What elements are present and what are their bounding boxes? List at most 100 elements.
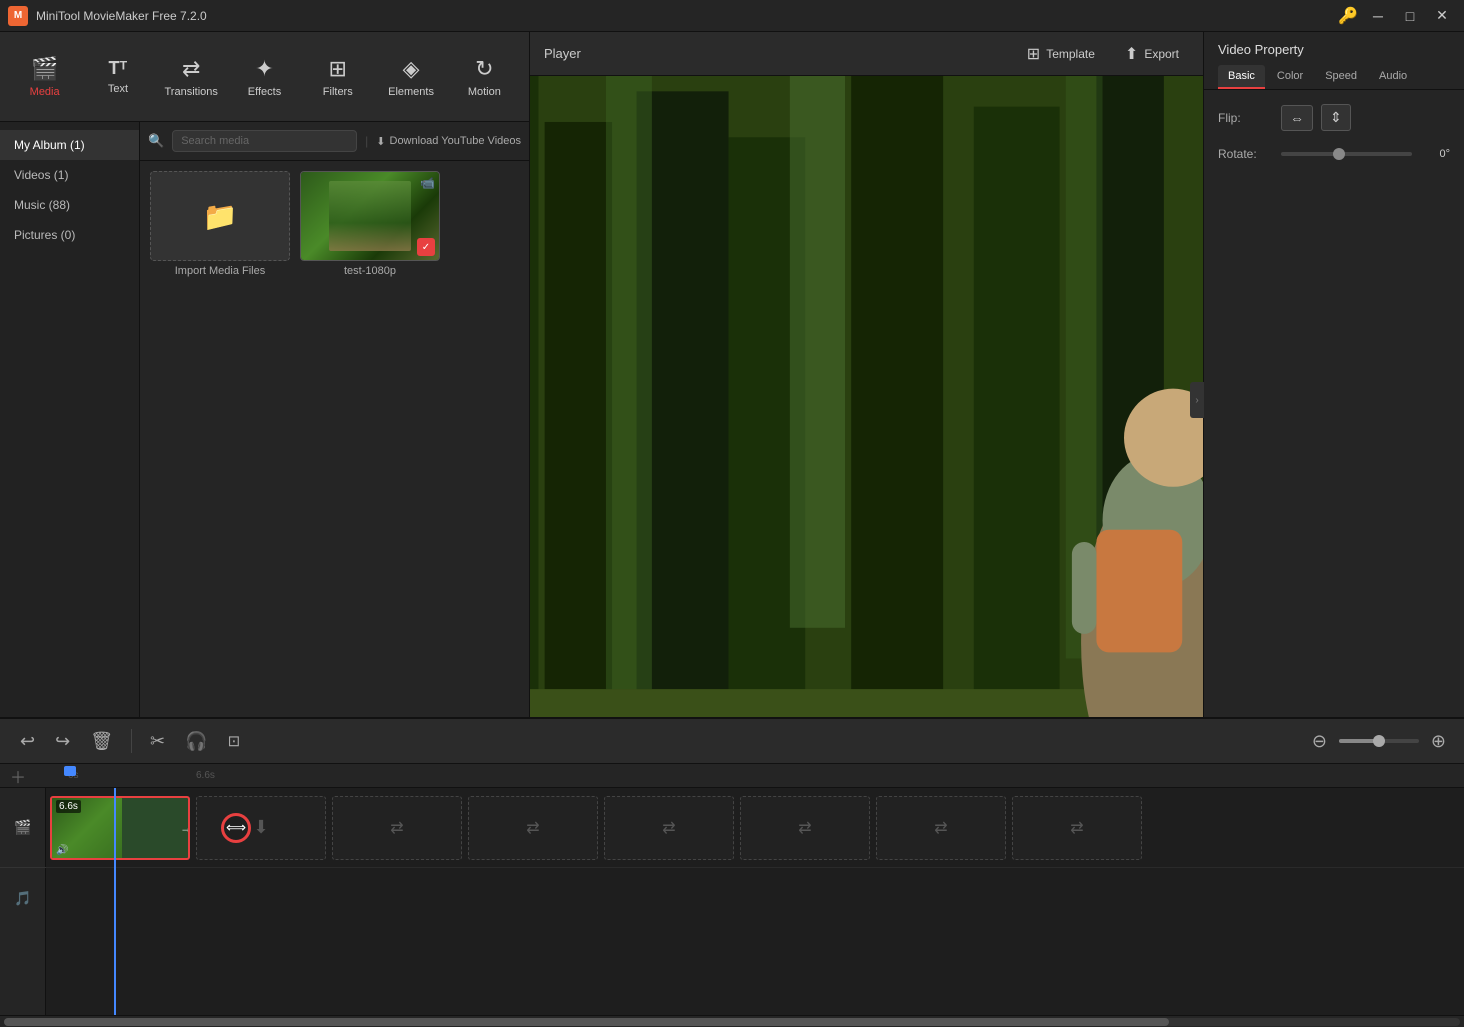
import-media-tile[interactable]: 📁 Import Media Files <box>150 171 290 277</box>
toolbar-motion[interactable]: ↻ Motion <box>450 41 519 113</box>
toolbar-effects-label: Effects <box>248 86 281 98</box>
swap-icon-1: ⇄ <box>390 818 403 838</box>
video-label: test-1080p <box>344 265 396 277</box>
crop-button[interactable]: ⊡ <box>222 728 247 754</box>
toolbar-elements-label: Elements <box>388 86 434 98</box>
camera-badge-icon: 📹 <box>420 176 435 190</box>
add-track-button[interactable]: ＋ <box>10 764 26 788</box>
app-title: MiniTool MovieMaker Free 7.2.0 <box>36 9 1338 23</box>
maximize-button[interactable]: □ <box>1396 5 1424 27</box>
toolbar-filters[interactable]: ⊞ Filters <box>303 41 372 113</box>
swap-icon-5: ⇄ <box>934 818 947 838</box>
music-track-label: 🎵 <box>0 868 46 928</box>
transition-slot-2[interactable]: ⇄ <box>332 796 462 860</box>
transition-slot-3[interactable]: ⇄ <box>468 796 598 860</box>
download-icon: ⬇ <box>376 135 385 148</box>
sidebar-item-album[interactable]: My Album (1) <box>0 130 139 160</box>
zoom-handle[interactable] <box>1373 735 1385 747</box>
download-slot-icon: ⬇ <box>253 817 268 838</box>
timeline-scrollbar[interactable] <box>0 1015 1464 1027</box>
search-input[interactable] <box>172 130 357 152</box>
transition-slot-7[interactable]: ⇄ <box>1012 796 1142 860</box>
rotate-controls: 0° <box>1281 148 1450 160</box>
rotate-slider[interactable] <box>1281 152 1412 156</box>
check-badge: ✓ <box>417 238 435 256</box>
audio-button[interactable]: 🎧 <box>179 727 213 756</box>
template-button[interactable]: ⊞ Template <box>1017 38 1105 70</box>
sidebar-item-videos[interactable]: Videos (1) <box>0 160 139 190</box>
toolbar-text-label: Text <box>108 83 128 95</box>
toolbar-media[interactable]: 🎬 Media <box>10 41 79 113</box>
sidebar-item-music[interactable]: Music (88) <box>0 190 139 220</box>
titlebar: M MiniTool MovieMaker Free 7.2.0 🔑 ─ □ ✕ <box>0 0 1464 32</box>
flip-horizontal-button[interactable]: ⇔ <box>1281 105 1313 131</box>
toolbar-elements[interactable]: ◈ Elements <box>376 41 445 113</box>
motion-icon: ↻ <box>475 56 493 82</box>
sidebar-item-pictures[interactable]: Pictures (0) <box>0 220 139 250</box>
playhead-top[interactable] <box>64 766 76 776</box>
zoom-out-button[interactable]: ⊖ <box>1308 727 1331 756</box>
toolbar-transitions-label: Transitions <box>165 86 218 98</box>
download-youtube-button[interactable]: ⬇ Download YouTube Videos <box>376 135 521 148</box>
toolbar-filters-label: Filters <box>323 86 353 98</box>
template-icon: ⊞ <box>1027 44 1040 64</box>
cut-button[interactable]: ✂ <box>144 727 171 756</box>
scrollbar-track <box>4 1018 1460 1026</box>
redo-button[interactable]: ↪ <box>49 727 76 756</box>
clip-duration-label: 6.6s <box>56 800 81 813</box>
transition-slot-4[interactable]: ⇄ <box>604 796 734 860</box>
toolbar-transitions[interactable]: ⇄ Transitions <box>157 41 226 113</box>
properties-header: Video Property Basic Color Speed Audio <box>1204 32 1464 90</box>
import-label: Import Media Files <box>175 265 265 277</box>
export-button[interactable]: ⬆ Export <box>1115 38 1189 70</box>
video-media-tile[interactable]: 📹 ✓ test-1080p <box>300 171 440 277</box>
player-header: Player ⊞ Template ⬆ Export <box>530 32 1203 76</box>
bottom-section: ↩ ↪ 🗑 ✂ 🎧 ⊡ ⊖ ⊕ ＋ 0s 6.6s 🎬 <box>0 717 1464 1027</box>
toolbar-text[interactable]: Tᵀ Text <box>83 41 152 113</box>
music-track-icon: 🎵 <box>14 890 31 907</box>
flip-vertical-button[interactable]: ⇕ <box>1321 104 1351 131</box>
zoom-slider[interactable] <box>1339 739 1419 743</box>
export-icon: ⬆ <box>1125 44 1138 64</box>
player-label: Player <box>544 46 581 61</box>
undo-button[interactable]: ↩ <box>14 727 41 756</box>
flip-row: Flip: ⇔ ⇕ <box>1218 104 1450 131</box>
folder-icon: 📁 <box>203 200 238 233</box>
zoom-in-button[interactable]: ⊕ <box>1427 727 1450 756</box>
swap-icon-3: ⇄ <box>662 818 675 838</box>
track-content: 6.6s 🔊 → ⟺ ⬇ ⇄ <box>46 788 1464 1015</box>
clip-resize-right[interactable]: → <box>182 798 190 858</box>
track-labels: 🎬 🎵 <box>0 788 46 1015</box>
delete-button[interactable]: 🗑 <box>84 727 119 756</box>
key-icon: 🔑 <box>1338 6 1358 26</box>
media-icon: 🎬 <box>31 56 58 82</box>
clip-audio-icon: 🔊 <box>56 845 68 856</box>
tab-basic[interactable]: Basic <box>1218 65 1265 89</box>
collapse-panel-handle[interactable]: › <box>1190 382 1204 418</box>
time-marker-6s: 6.6s <box>196 770 215 781</box>
swap-icon-2: ⇄ <box>526 818 539 838</box>
minimize-button[interactable]: ─ <box>1364 5 1392 27</box>
transition-slot-5[interactable]: ⇄ <box>740 796 870 860</box>
filters-icon: ⊞ <box>329 56 347 82</box>
swap-icon-6: ⇄ <box>1070 818 1083 838</box>
transition-slot-6[interactable]: ⇄ <box>876 796 1006 860</box>
tab-speed[interactable]: Speed <box>1315 65 1367 89</box>
transition-slot-1[interactable]: ⬇ <box>196 796 326 860</box>
app-icon: M <box>8 6 28 26</box>
tab-audio[interactable]: Audio <box>1369 65 1417 89</box>
transitions-icon: ⇄ <box>182 56 200 82</box>
timeline: ＋ 0s 6.6s 🎬 🎵 <box>0 764 1464 1027</box>
tab-color[interactable]: Color <box>1267 65 1313 89</box>
rotate-handle[interactable] <box>1333 148 1345 160</box>
video-clip[interactable]: 6.6s 🔊 → <box>50 796 190 860</box>
toolbar-effects[interactable]: ✦ Effects <box>230 41 299 113</box>
elements-icon: ◈ <box>403 56 420 82</box>
divider: | <box>365 134 368 148</box>
properties-tabs: Basic Color Speed Audio <box>1218 65 1450 89</box>
resize-arrow-icon: → <box>180 821 190 835</box>
properties-title: Video Property <box>1218 42 1450 57</box>
media-search-bar: 🔍 | ⬇ Download YouTube Videos <box>140 122 529 161</box>
close-button[interactable]: ✕ <box>1428 5 1456 27</box>
scrollbar-thumb[interactable] <box>4 1018 1169 1026</box>
